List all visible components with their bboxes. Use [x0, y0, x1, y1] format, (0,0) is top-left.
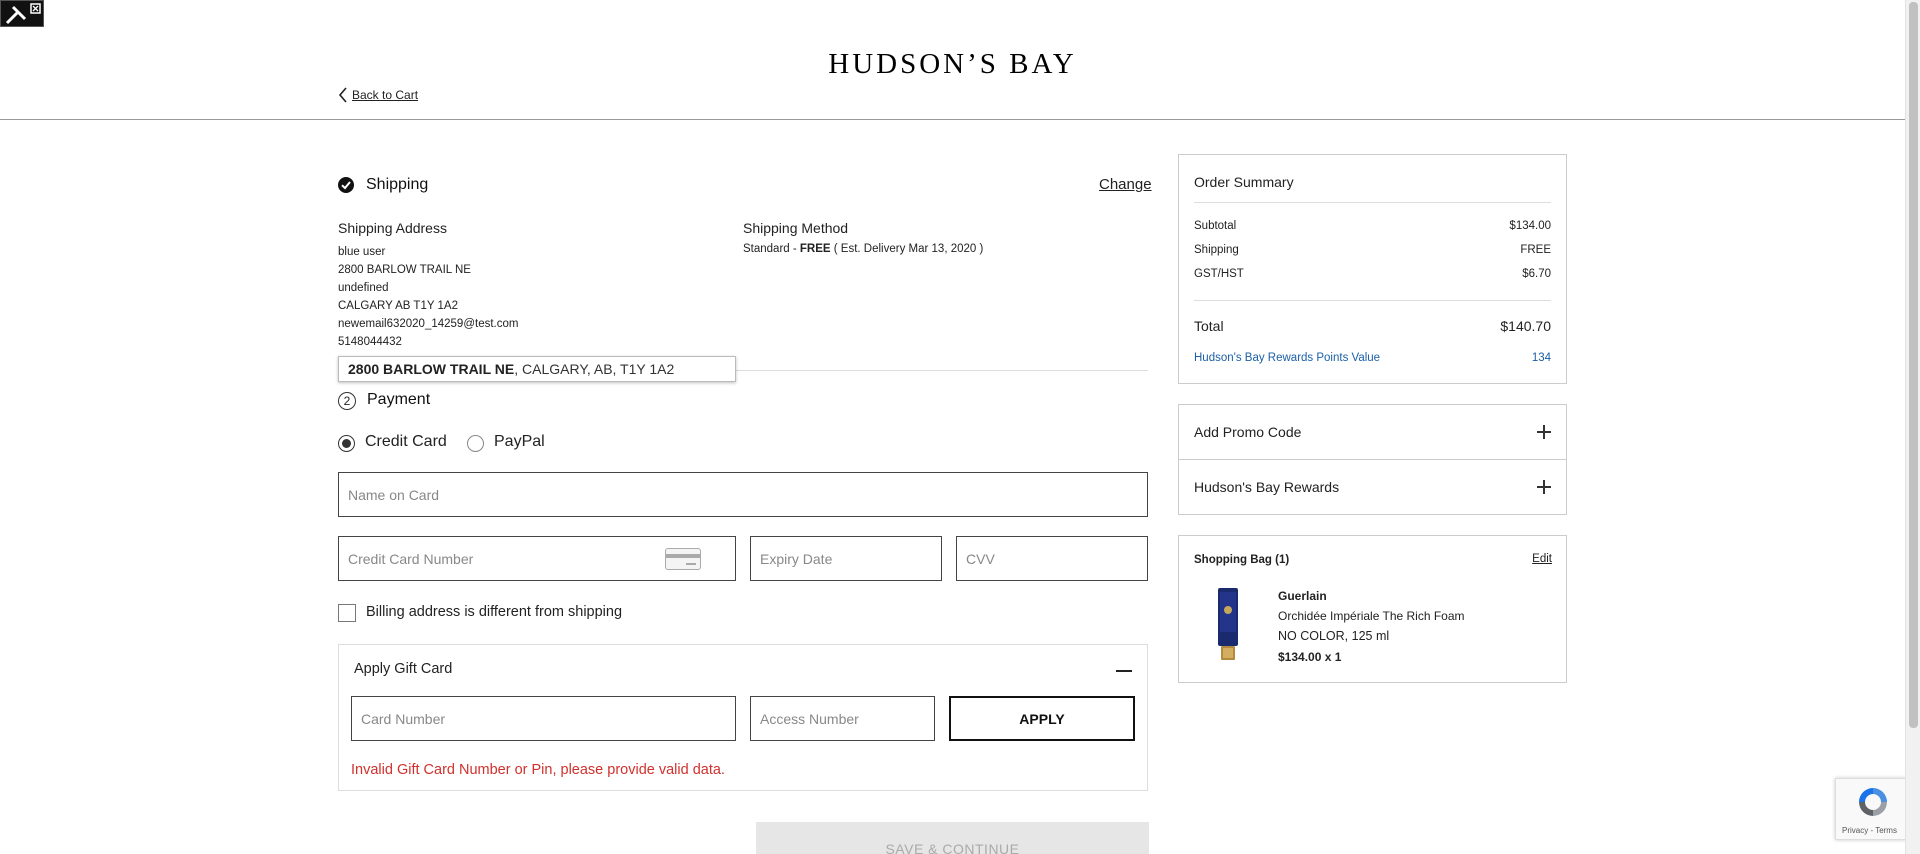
shipping-method-price: FREE	[799, 243, 831, 255]
tools-icon[interactable]	[0, 0, 44, 27]
cvv-field[interactable]	[956, 536, 1148, 581]
order-summary-title: Order Summary	[1194, 174, 1294, 190]
hudsons-bay-logo[interactable]: HUDSON’S BAY	[0, 48, 1905, 81]
suggestion-rest-text: , CALGARY, AB, T1Y 1A2	[514, 361, 675, 377]
add-promo-code-label: Add Promo Code	[1194, 424, 1302, 440]
shipping-cost-label: Shipping	[1194, 244, 1239, 256]
address-suggestion-item[interactable]: 2800 BARLOW TRAIL NE, CALGARY, AB, T1Y 1…	[338, 356, 736, 382]
billing-different-label[interactable]: Billing address is different from shippi…	[366, 604, 622, 620]
shipping-method-name: Standard -	[743, 243, 800, 255]
cvv-input[interactable]	[966, 550, 1138, 567]
address-line: blue user	[338, 246, 386, 258]
total-label: Total	[1194, 318, 1224, 334]
shipping-method-estimate: ( Est. Delivery Mar 13, 2020 )	[830, 243, 984, 255]
total-row: Total $140.70	[1194, 318, 1551, 334]
rewards-accordion[interactable]: Hudson's Bay Rewards	[1178, 459, 1567, 515]
step-complete-check-icon	[338, 177, 354, 193]
recaptcha-badge[interactable]: Privacy - Terms	[1835, 778, 1907, 840]
tax-row: GST/HST $6.70	[1194, 268, 1551, 280]
recaptcha-icon	[1859, 788, 1887, 816]
tax-value: $6.70	[1522, 268, 1551, 280]
gift-card-number-field[interactable]	[351, 696, 736, 741]
shopping-bag-title: Shopping Bag (1)	[1194, 554, 1290, 566]
product-image[interactable]	[1215, 588, 1241, 662]
product-variant: NO COLOR, 125 ml	[1278, 629, 1390, 643]
product-price-qty: $134.00 x 1	[1278, 650, 1342, 664]
subtotal-row: Subtotal $134.00	[1194, 220, 1551, 232]
paypal-label[interactable]: PayPal	[494, 433, 545, 451]
apply-gift-card-button[interactable]: APPLY	[949, 696, 1135, 741]
chevron-left-icon	[338, 87, 347, 103]
plus-icon[interactable]	[1537, 480, 1551, 494]
credit-card-radio[interactable]	[338, 435, 355, 452]
expiry-date-input[interactable]	[760, 550, 932, 567]
credit-card-label[interactable]: Credit Card	[365, 433, 447, 451]
product-name[interactable]: Orchidée Impériale The Rich Foam	[1278, 609, 1465, 623]
shipping-section-title: Shipping	[366, 176, 429, 193]
summary-divider	[1194, 300, 1551, 301]
address-line: 2800 BARLOW TRAIL NE	[338, 264, 471, 276]
order-summary-panel: Order Summary Subtotal $134.00 Shipping …	[1178, 154, 1567, 384]
gift-card-title[interactable]: Apply Gift Card	[354, 661, 452, 677]
shipping-address-label: Shipping Address	[338, 220, 447, 236]
header-divider	[0, 119, 1905, 120]
total-value: $140.70	[1500, 318, 1551, 334]
address-line: undefined	[338, 282, 389, 294]
product-brand: Guerlain	[1278, 589, 1327, 603]
page-scrollbar[interactable]	[1905, 0, 1920, 854]
shipping-method-label: Shipping Method	[743, 220, 849, 236]
rewards-points-row[interactable]: Hudson's Bay Rewards Points Value 134	[1194, 352, 1551, 364]
paypal-radio[interactable]	[467, 435, 484, 452]
payment-section-title: Payment	[367, 391, 431, 408]
add-promo-code-accordion[interactable]: Add Promo Code	[1178, 404, 1567, 460]
suggestion-match-text: 2800 BARLOW TRAIL NE	[348, 361, 515, 377]
change-shipping-link[interactable]: Change	[1099, 176, 1152, 193]
back-to-cart-label: Back to Cart	[352, 88, 419, 102]
rewards-points-label[interactable]: Hudson's Bay Rewards Points Value	[1194, 352, 1380, 364]
shipping-row: Shipping FREE	[1194, 244, 1551, 256]
address-line: 5148044432	[338, 336, 402, 348]
name-on-card-input[interactable]	[348, 486, 1138, 503]
rewards-points-value: 134	[1531, 352, 1551, 364]
shipping-method-detail: Standard - FREE ( Est. Delivery Mar 13, …	[743, 243, 983, 255]
shopping-bag-panel: Shopping Bag (1) Edit Guerlain Orchidée …	[1178, 535, 1567, 683]
back-to-cart-link[interactable]: Back to Cart	[338, 87, 418, 103]
gift-access-number-input[interactable]	[760, 710, 925, 727]
rewards-accordion-label: Hudson's Bay Rewards	[1194, 479, 1340, 495]
credit-card-number-field[interactable]	[338, 536, 736, 581]
shipping-address-block: blue user 2800 BARLOW TRAIL NE undefined…	[338, 243, 518, 351]
recaptcha-privacy-terms[interactable]: Privacy - Terms	[1842, 826, 1897, 835]
subtotal-label: Subtotal	[1194, 220, 1237, 232]
payment-step-number: 2	[338, 392, 356, 410]
summary-divider	[1194, 202, 1551, 203]
billing-different-checkbox[interactable]	[338, 604, 356, 622]
collapse-minus-icon[interactable]	[1116, 670, 1132, 672]
name-on-card-field[interactable]	[338, 472, 1148, 517]
gift-access-number-field[interactable]	[750, 696, 935, 741]
expiry-date-field[interactable]	[750, 536, 942, 581]
shipping-cost-value: FREE	[1520, 244, 1551, 256]
plus-icon[interactable]	[1537, 425, 1551, 439]
tax-label: GST/HST	[1194, 268, 1244, 280]
subtotal-value: $134.00	[1509, 220, 1551, 232]
address-line: newemail632020_14259@test.com	[338, 318, 519, 330]
credit-card-icon	[665, 548, 701, 570]
edit-bag-link[interactable]: Edit	[1532, 553, 1552, 565]
scrollbar-thumb[interactable]	[1909, 2, 1918, 728]
gift-card-number-input[interactable]	[361, 710, 726, 727]
save-continue-button[interactable]: SAVE & CONTINUE	[756, 822, 1149, 854]
address-line: CALGARY AB T1Y 1A2	[338, 300, 458, 312]
gift-card-error-message: Invalid Gift Card Number or Pin, please …	[351, 762, 725, 778]
